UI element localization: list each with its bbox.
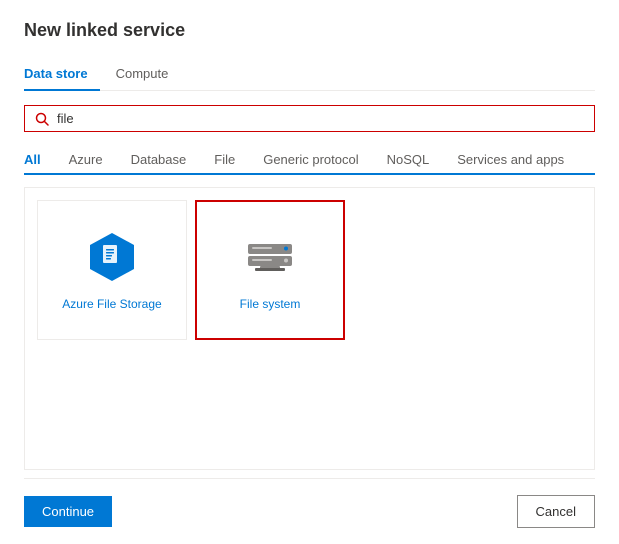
top-tabs: Data store Compute — [24, 57, 595, 91]
azure-file-storage-label: Azure File Storage — [62, 297, 161, 313]
search-box — [24, 105, 595, 132]
card-file-system[interactable]: File system — [195, 200, 345, 340]
search-icon — [35, 112, 49, 126]
continue-button[interactable]: Continue — [24, 496, 112, 527]
filter-tab-database[interactable]: Database — [117, 146, 201, 175]
dialog-title: New linked service — [24, 20, 595, 41]
dialog: New linked service Data store Compute Al… — [0, 0, 619, 544]
azure-file-storage-icon — [82, 227, 142, 287]
filter-tab-azure[interactable]: Azure — [55, 146, 117, 175]
file-system-icon — [240, 227, 300, 287]
filter-tab-file[interactable]: File — [200, 146, 249, 175]
filter-tab-generic-protocol[interactable]: Generic protocol — [249, 146, 372, 175]
file-system-label: File system — [240, 297, 301, 313]
cards-grid: Azure File Storage — [37, 200, 582, 340]
filter-tab-nosql[interactable]: NoSQL — [373, 146, 444, 175]
card-azure-file-storage[interactable]: Azure File Storage — [37, 200, 187, 340]
tab-data-store[interactable]: Data store — [24, 58, 100, 91]
footer: Continue Cancel — [24, 478, 595, 528]
cards-area: Azure File Storage — [24, 187, 595, 470]
filter-tab-services-and-apps[interactable]: Services and apps — [443, 146, 578, 175]
cancel-button[interactable]: Cancel — [517, 495, 595, 528]
search-input[interactable] — [57, 111, 584, 126]
filter-tab-all[interactable]: All — [24, 146, 55, 175]
filter-tabs: All Azure Database File Generic protocol… — [24, 144, 595, 175]
tab-compute[interactable]: Compute — [116, 58, 181, 91]
